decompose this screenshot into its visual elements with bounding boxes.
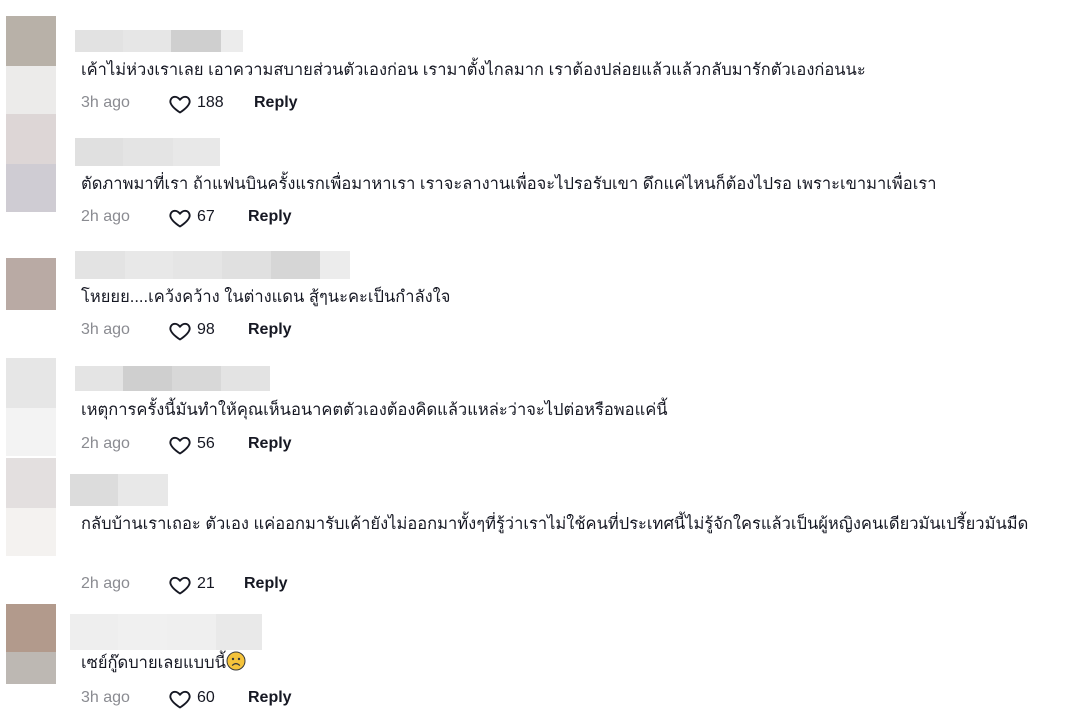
comment-text: ตัดภาพมาที่เรา ถ้าแฟนบินครั้งแรกเพื่อมาห… [81, 175, 937, 193]
avatar[interactable] [6, 604, 56, 684]
reply-button[interactable]: Reply [248, 208, 292, 226]
comment-text: เค้าไม่ห่วงเราเลย เอาความสบายส่วนตัวเองก… [81, 61, 866, 79]
reply-button[interactable]: Reply [244, 575, 288, 593]
username-blurred[interactable] [75, 251, 350, 279]
reply-button[interactable]: Reply [254, 94, 298, 112]
avatar[interactable] [6, 16, 56, 116]
like-count: 21 [197, 575, 215, 592]
heart-outline-icon[interactable] [168, 206, 192, 230]
username-blurred[interactable] [75, 138, 220, 166]
comment-time: 2h ago [81, 435, 130, 452]
like-count: 67 [197, 208, 215, 225]
comment-time: 2h ago [81, 575, 130, 592]
heart-outline-icon[interactable] [168, 433, 192, 457]
comment-time: 3h ago [81, 94, 130, 111]
username-blurred[interactable] [75, 30, 243, 52]
username-blurred[interactable] [75, 366, 270, 391]
comment-text: เหตุการครั้งนี้มันทำให้คุณเห็นอนาคตตัวเอ… [81, 401, 668, 419]
comment-text-content: เซย์กู๊ดบายเลยแบบนี้ [81, 654, 226, 672]
reply-button[interactable]: Reply [248, 321, 292, 339]
username-blurred[interactable] [70, 614, 262, 650]
avatar[interactable] [6, 114, 56, 212]
like-count: 188 [197, 94, 224, 111]
heart-outline-icon[interactable] [168, 319, 192, 343]
cut-off-previous-comment [0, 0, 300, 4]
heart-outline-icon[interactable] [168, 92, 192, 116]
comment-time: 2h ago [81, 208, 130, 225]
like-count: 56 [197, 435, 215, 452]
reply-button[interactable]: Reply [248, 689, 292, 707]
sad-face-emoji-icon [226, 651, 246, 671]
comment-text: โหยยย....เคว้งคว้าง ในต่างแดน สู้ๆนะคะเป… [81, 288, 451, 306]
username-blurred[interactable] [70, 474, 168, 506]
heart-outline-icon[interactable] [168, 573, 192, 597]
like-count: 98 [197, 321, 215, 338]
heart-outline-icon[interactable] [168, 687, 192, 711]
avatar[interactable] [6, 258, 56, 310]
comment-time: 3h ago [81, 689, 130, 706]
comment-text: กลับบ้านเราเถอะ ตัวเอง แค่ออกมารับเค้ายั… [81, 515, 1029, 533]
avatar[interactable] [6, 358, 56, 456]
reply-button[interactable]: Reply [248, 435, 292, 453]
comment-text: เซย์กู๊ดบายเลยแบบนี้ [81, 650, 1061, 677]
avatar[interactable] [6, 458, 56, 556]
like-count: 60 [197, 689, 215, 706]
comment-time: 3h ago [81, 321, 130, 338]
